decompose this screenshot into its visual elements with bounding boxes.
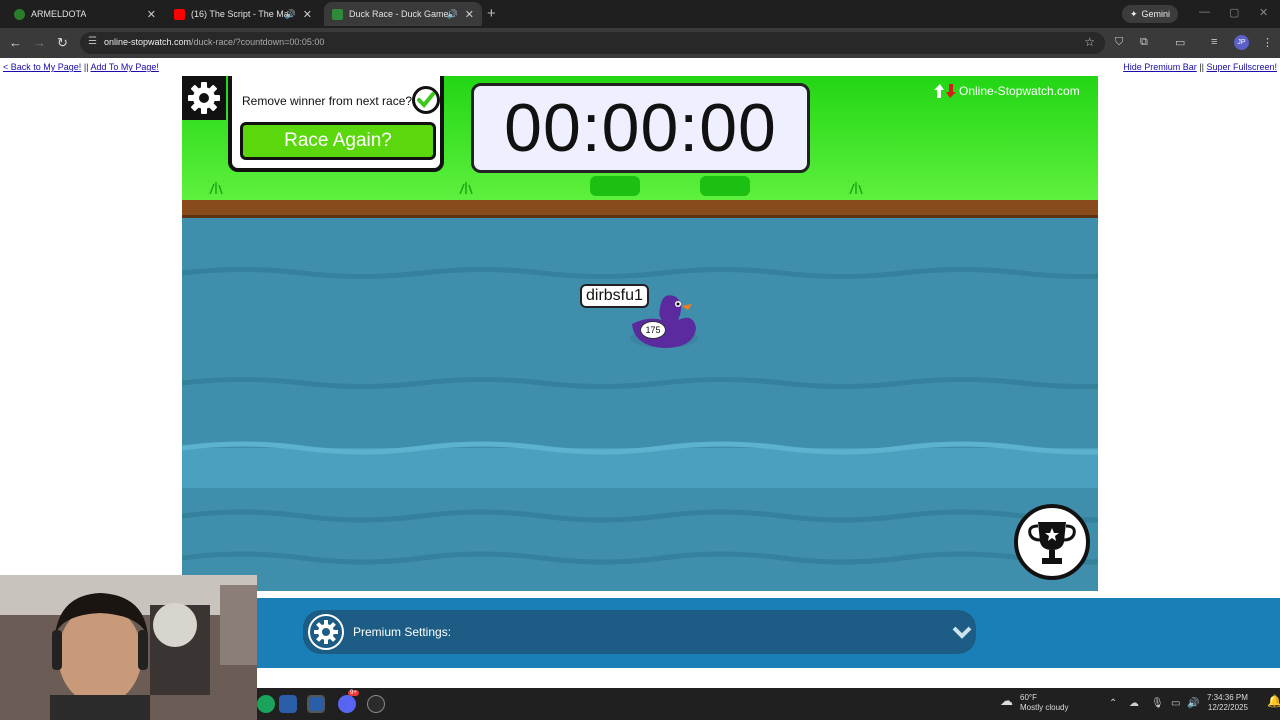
tab-title: ARMELDOTA: [31, 9, 87, 19]
speaker-icon[interactable]: 🔊: [285, 9, 296, 20]
extensions-icon[interactable]: ⧉: [1140, 36, 1148, 49]
url-path: /duck-race/?countdown=00:05:00: [191, 37, 325, 47]
premium-settings-bar: Premium Settings:: [257, 598, 1280, 668]
onedrive-icon[interactable]: ☁: [1129, 698, 1139, 709]
obs-icon[interactable]: [367, 695, 385, 713]
duck-number-badge: 175: [640, 321, 666, 339]
clock-date: 12/22/2025: [1207, 703, 1248, 712]
screen: { "browser": { "tabs": [ {"title": "ARME…: [0, 0, 1280, 720]
premium-gear-icon: [307, 613, 345, 651]
reading-list-icon[interactable]: ≡: [1211, 36, 1217, 48]
split-view-icon[interactable]: ▭: [1175, 36, 1185, 49]
tab-favicon-icon: [14, 8, 25, 20]
browser-tab-strip: ARMELDOTA ✕ (16) The Script - The Man W …: [0, 0, 1280, 28]
back-button[interactable]: ←: [9, 35, 22, 50]
bookmark-star-icon[interactable]: ☆: [1084, 35, 1095, 49]
settings-gear-button[interactable]: [182, 76, 226, 120]
chevron-down-icon[interactable]: [952, 622, 972, 642]
weather-temp: 60°F: [1020, 693, 1037, 702]
notification-bell-icon[interactable]: 🔔: [1267, 694, 1280, 708]
tab-youtube[interactable]: (16) The Script - The Man W 🔊 ✕: [166, 2, 320, 26]
steam-icon[interactable]: [279, 695, 297, 713]
brand-text: Online-Stopwatch.com: [959, 84, 1080, 98]
tab-armeldota[interactable]: ARMELDOTA ✕: [6, 2, 164, 26]
webcam-overlay: [0, 575, 257, 720]
streamer-camera-image: [0, 575, 257, 720]
brand-logo[interactable]: Online-Stopwatch.com: [934, 82, 1080, 100]
close-window-button[interactable]: ✕: [1259, 6, 1268, 19]
link-separator: ||: [83, 62, 89, 72]
super-fullscreen-link[interactable]: Super Fullscreen!: [1206, 62, 1277, 72]
cloud-icon: ☁: [1000, 693, 1013, 708]
youtube-icon: [174, 8, 185, 20]
leaderboard-trophy-button[interactable]: [1014, 504, 1090, 580]
volume-icon[interactable]: 🔊: [1187, 698, 1199, 709]
remove-winner-checkbox[interactable]: [412, 86, 440, 114]
discord-icon[interactable]: 9+: [338, 690, 359, 713]
link-separator: ||: [1199, 62, 1204, 72]
reload-button[interactable]: ↻: [57, 35, 68, 51]
stopwatch-logo-icon: [934, 84, 956, 98]
premium-settings-toggle[interactable]: Premium Settings:: [303, 610, 976, 654]
shield-icon[interactable]: ⛉: [1115, 36, 1123, 49]
dirt-bank: [182, 200, 1098, 218]
tray-chevron-up-icon[interactable]: ⌃: [1109, 698, 1117, 709]
tab-title: (16) The Script - The Man W: [191, 9, 291, 19]
speaker-icon[interactable]: 🔊: [447, 9, 458, 20]
weather-widget[interactable]: ☁ 60°F Mostly cloudy: [1000, 693, 1069, 713]
discord-badge: 9+: [348, 690, 359, 696]
river: [182, 218, 1098, 591]
site-info-icon[interactable]: ☰: [88, 36, 97, 47]
gear-icon: [188, 82, 220, 114]
add-to-my-page-link[interactable]: Add To My Page!: [91, 62, 159, 72]
weather-desc: Mostly cloudy: [1020, 703, 1069, 712]
minimize-button[interactable]: —: [1199, 6, 1210, 18]
back-to-my-page-link[interactable]: < Back to My Page!: [3, 62, 81, 72]
duck-race-game: Remove winner from next race? Race Again…: [182, 76, 1098, 591]
gemini-button[interactable]: ✦ Gemini: [1122, 5, 1179, 23]
duck-games-favicon-icon: [332, 8, 343, 20]
system-clock[interactable]: 7:34:36 PM 12/22/2025: [1207, 693, 1248, 713]
menu-kebab-icon[interactable]: ⋮: [1262, 36, 1273, 49]
profile-avatar[interactable]: JP: [1234, 35, 1249, 50]
network-icon[interactable]: ▭: [1171, 698, 1180, 709]
tab-duck-race[interactable]: Duck Race - Duck Games 🔊 ✕: [324, 2, 482, 26]
browser-toolbar: ← → ↻ ☰ online-stopwatch.com/duck-race/?…: [0, 28, 1280, 58]
steam-active-icon[interactable]: [307, 695, 325, 713]
maximize-button[interactable]: ▢: [1229, 6, 1239, 19]
url-text: online-stopwatch.com/duck-race/?countdow…: [104, 37, 324, 47]
countdown-timer: 00:00:00: [471, 83, 810, 173]
url-host: online-stopwatch.com: [104, 37, 192, 47]
close-tab-icon[interactable]: ✕: [465, 8, 474, 21]
hide-premium-bar-link[interactable]: Hide Premium Bar: [1123, 62, 1197, 72]
remove-winner-label: Remove winner from next race?: [242, 94, 413, 108]
gemini-label: Gemini: [1141, 9, 1171, 19]
forward-button[interactable]: →: [33, 35, 46, 50]
race-again-button[interactable]: Race Again?: [240, 122, 436, 160]
tab-title: Duck Race - Duck Games: [349, 9, 454, 19]
microphone-icon[interactable]: 🎙: [1151, 698, 1164, 709]
edge-icon[interactable]: [257, 695, 275, 713]
windows-taskbar: 9+ ☁ 60°F Mostly cloudy ⌃ ☁ 🎙 ▭ 🔊 7:34:3…: [257, 688, 1280, 720]
water-waves: [182, 267, 1098, 565]
page-links-right: Hide Premium Bar || Super Fullscreen!: [1123, 62, 1277, 72]
duck-name-label: dirbsfu1: [580, 284, 649, 308]
sparkle-icon: ✦: [1130, 8, 1138, 19]
close-tab-icon[interactable]: ✕: [147, 8, 156, 21]
trophy-icon: [1028, 522, 1076, 564]
address-bar[interactable]: ☰ online-stopwatch.com/duck-race/?countd…: [80, 32, 1105, 54]
close-tab-icon[interactable]: ✕: [303, 8, 312, 21]
page-links-left: < Back to My Page! || Add To My Page!: [3, 62, 159, 72]
race-options-panel: Remove winner from next race? Race Again…: [228, 76, 444, 172]
checkmark-icon: [417, 92, 435, 108]
premium-settings-label: Premium Settings:: [353, 625, 452, 639]
new-tab-button[interactable]: +: [487, 5, 496, 22]
clock-time: 7:34:36 PM: [1207, 693, 1248, 702]
